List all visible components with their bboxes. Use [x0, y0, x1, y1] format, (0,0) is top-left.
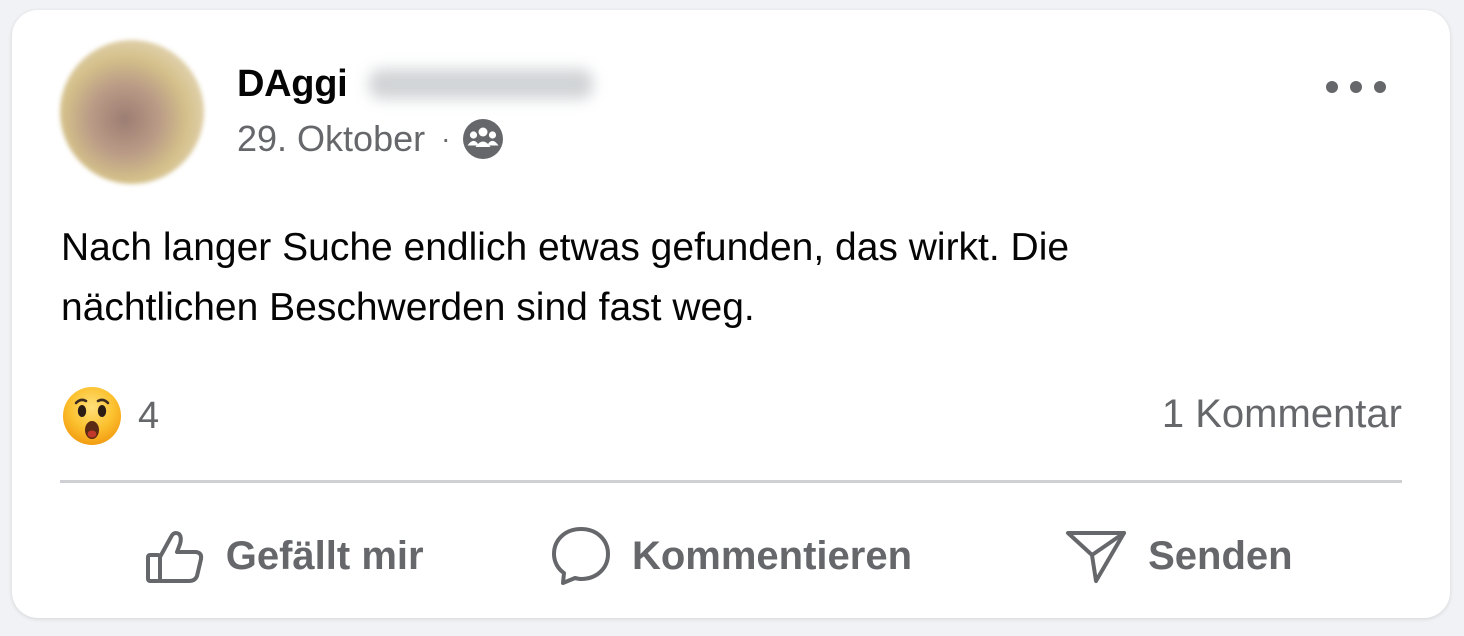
comment-bubble-icon	[551, 527, 610, 585]
action-bar: Gefällt mir Kommentieren Senden	[60, 518, 1402, 594]
send-label: Senden	[1148, 533, 1293, 578]
reaction-summary[interactable]: 4	[62, 386, 159, 446]
more-dot	[1374, 81, 1386, 93]
reaction-count: 4	[138, 394, 160, 437]
post-meta: 29. Oktober ·	[237, 118, 504, 160]
like-label: Gefällt mir	[225, 533, 424, 578]
thumbs-up-icon	[145, 531, 203, 583]
author-name[interactable]: DAggi	[237, 63, 348, 106]
meta-separator: ·	[441, 123, 451, 154]
more-dot	[1326, 81, 1338, 93]
comment-count-link[interactable]: 1 Kommentar	[1162, 392, 1402, 437]
author-row: DAggi	[237, 60, 594, 108]
comment-button[interactable]: Kommentieren	[507, 518, 954, 594]
more-dot	[1350, 81, 1362, 93]
like-button[interactable]: Gefällt mir	[60, 518, 507, 594]
group-icon[interactable]	[462, 118, 504, 160]
post-text: Nach langer Suche endlich etwas gefunden…	[61, 226, 1070, 329]
post-date[interactable]: 29. Oktober	[237, 118, 425, 160]
wow-reaction-icon	[62, 386, 122, 446]
post-card: DAggi 29. Oktober · Nach langer Suche en…	[12, 10, 1450, 618]
send-button[interactable]: Senden	[955, 518, 1402, 594]
divider	[60, 480, 1402, 483]
more-options-icon[interactable]	[1326, 72, 1386, 102]
author-avatar[interactable]	[60, 40, 204, 184]
send-icon	[1066, 531, 1127, 583]
author-surname-blurred	[369, 69, 594, 99]
comment-label: Kommentieren	[631, 533, 913, 578]
